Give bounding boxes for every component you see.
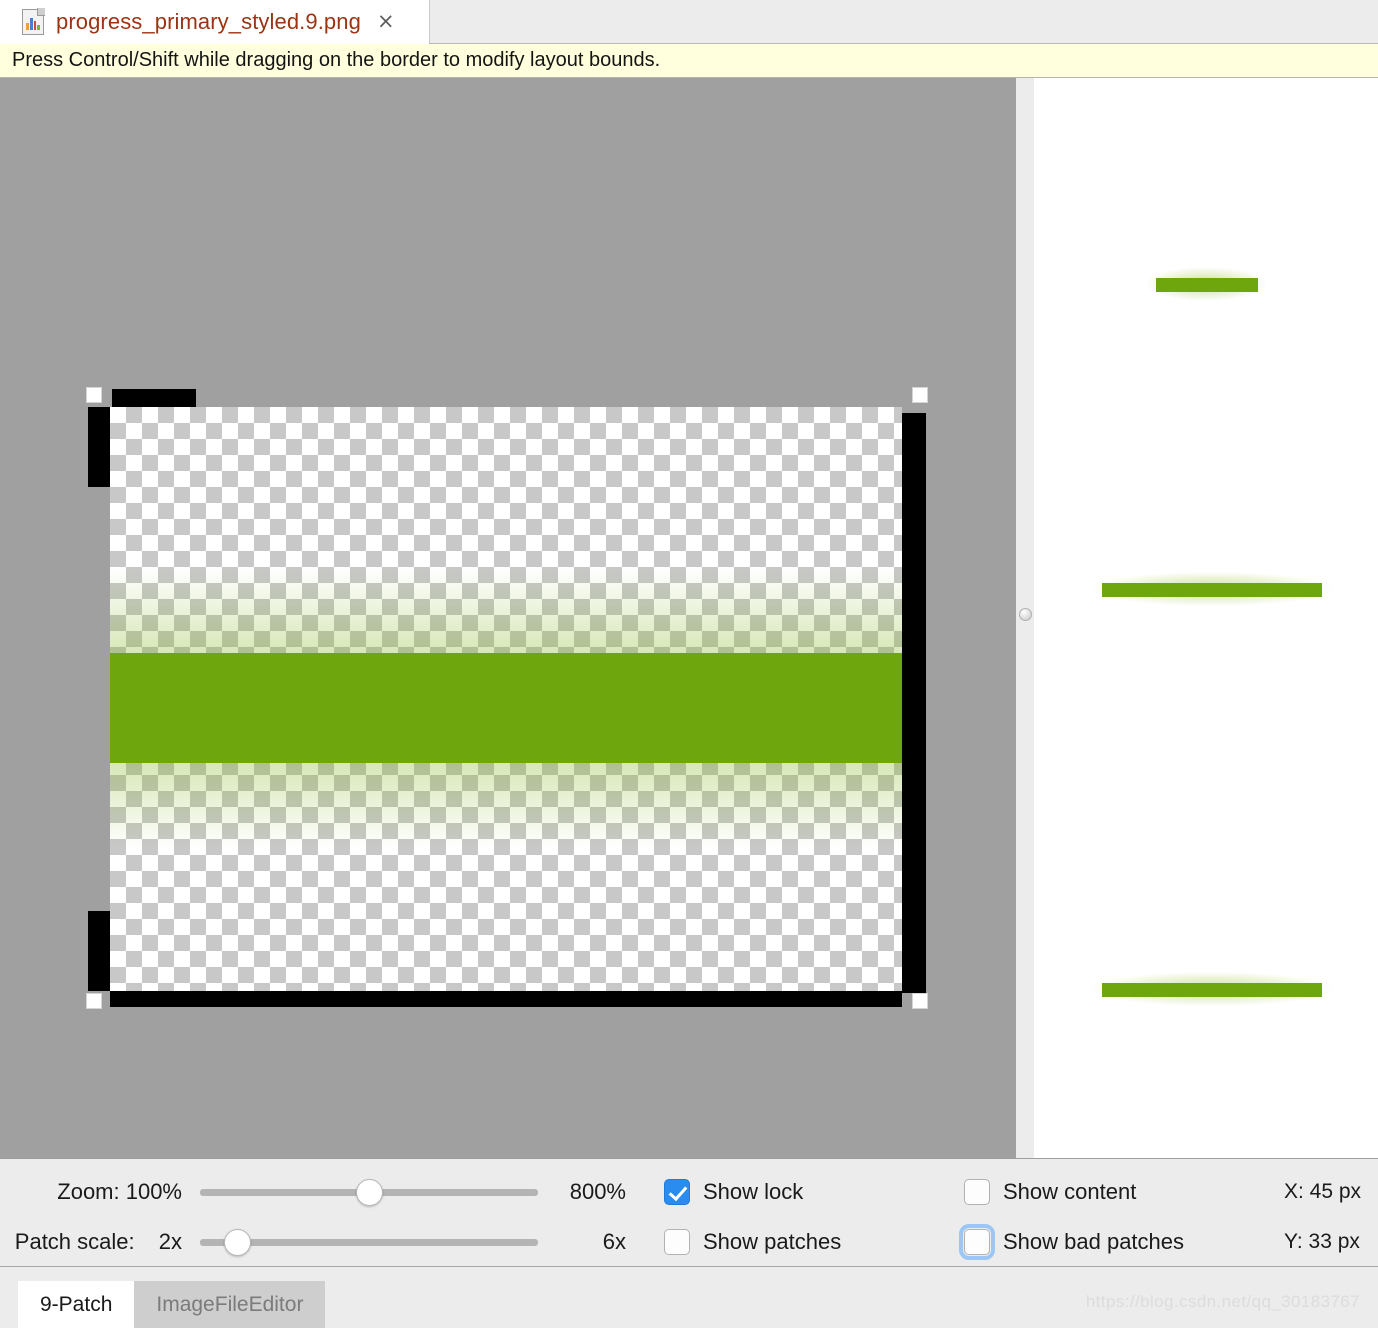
patch-scale-value: 2x xyxy=(159,1229,182,1254)
artwork-glow-top xyxy=(110,567,902,653)
editor-body xyxy=(0,78,1378,1158)
artwork-green-bar xyxy=(110,653,902,763)
show-content-checkbox[interactable] xyxy=(964,1179,990,1205)
controls-row-1: Zoom: 100% 800% Show lock Show content X… xyxy=(0,1167,1378,1217)
tab-image-file-editor[interactable]: ImageFileEditor xyxy=(134,1281,325,1328)
preview-bar-medium xyxy=(1102,583,1322,597)
nine-patch-editor-window: progress_primary_styled.9.png × Press Co… xyxy=(0,0,1378,1328)
preview-bar-small xyxy=(1156,278,1258,292)
editor-tab-bar: progress_primary_styled.9.png × xyxy=(0,0,1378,44)
zoom-slider[interactable] xyxy=(200,1180,538,1204)
patch-guide-bottom[interactable] xyxy=(110,989,902,1007)
nine-patch-canvas[interactable] xyxy=(0,78,1016,1158)
progress-bar-artwork xyxy=(110,407,902,991)
png-file-icon xyxy=(22,9,44,35)
zoom-slider-thumb[interactable] xyxy=(356,1179,383,1206)
resize-handle-top-left[interactable] xyxy=(86,387,102,403)
tab-bar-empty-space xyxy=(430,0,1378,43)
zoom-label: Zoom: 100% xyxy=(0,1179,200,1205)
patch-guide-right[interactable] xyxy=(902,413,926,993)
patch-guide-top[interactable] xyxy=(112,389,196,407)
tab-9-patch[interactable]: 9-Patch xyxy=(18,1281,134,1328)
show-content-label: Show content xyxy=(1003,1179,1136,1205)
controls-row-2: Patch scale: 2x 6x Show patches Show bad… xyxy=(0,1217,1378,1267)
patch-scale-slider[interactable] xyxy=(200,1230,538,1254)
patch-guide-left-upper[interactable] xyxy=(88,407,110,487)
panel-splitter[interactable] xyxy=(1016,78,1034,1158)
patch-scale-slider-thumb[interactable] xyxy=(224,1229,251,1256)
patch-scale-max-label: 6x xyxy=(538,1229,626,1255)
watermark-text: https://blog.csdn.net/qq_30183767 xyxy=(1086,1292,1360,1312)
zoom-max-label: 800% xyxy=(538,1179,626,1205)
editor-controls: Zoom: 100% 800% Show lock Show content X… xyxy=(0,1158,1378,1266)
show-patches-checkbox[interactable] xyxy=(664,1229,690,1255)
close-icon[interactable]: × xyxy=(373,9,399,34)
cursor-x-readout: X: 45 px xyxy=(1284,1180,1361,1204)
hint-banner-text: Press Control/Shift while dragging on th… xyxy=(12,49,660,72)
show-lock-checkbox-row[interactable]: Show lock xyxy=(664,1179,964,1205)
nine-patch-preview-pane xyxy=(1034,78,1378,1158)
show-lock-checkbox[interactable] xyxy=(664,1179,690,1205)
show-patches-label: Show patches xyxy=(703,1229,841,1255)
show-bad-patches-label: Show bad patches xyxy=(1003,1229,1184,1255)
show-bad-patches-checkbox-row[interactable]: Show bad patches xyxy=(964,1229,1284,1255)
file-tab-progress-primary-styled[interactable]: progress_primary_styled.9.png × xyxy=(0,0,430,43)
patch-scale-title: Patch scale: xyxy=(15,1229,135,1254)
bottom-tab-bar: 9-Patch ImageFileEditor https://blog.csd… xyxy=(0,1266,1378,1328)
patch-guide-left-lower[interactable] xyxy=(88,911,110,991)
show-lock-label: Show lock xyxy=(703,1179,803,1205)
resize-handle-bottom-right[interactable] xyxy=(912,993,928,1009)
show-bad-patches-checkbox[interactable] xyxy=(964,1229,990,1255)
file-tab-label: progress_primary_styled.9.png xyxy=(56,9,361,35)
hint-banner: Press Control/Shift while dragging on th… xyxy=(0,44,1378,78)
cursor-y-readout: Y: 33 px xyxy=(1284,1230,1360,1254)
show-content-checkbox-row[interactable]: Show content xyxy=(964,1179,1284,1205)
splitter-grip-icon[interactable] xyxy=(1019,608,1032,621)
resize-handle-top-right[interactable] xyxy=(912,387,928,403)
preview-bar-large xyxy=(1102,983,1322,997)
nine-patch-image-content[interactable] xyxy=(110,407,902,991)
nine-patch-stage[interactable] xyxy=(88,389,926,1007)
patch-scale-label: Patch scale: 2x xyxy=(0,1229,200,1255)
show-patches-checkbox-row[interactable]: Show patches xyxy=(664,1229,964,1255)
artwork-glow-bottom xyxy=(110,763,902,849)
resize-handle-bottom-left[interactable] xyxy=(86,993,102,1009)
